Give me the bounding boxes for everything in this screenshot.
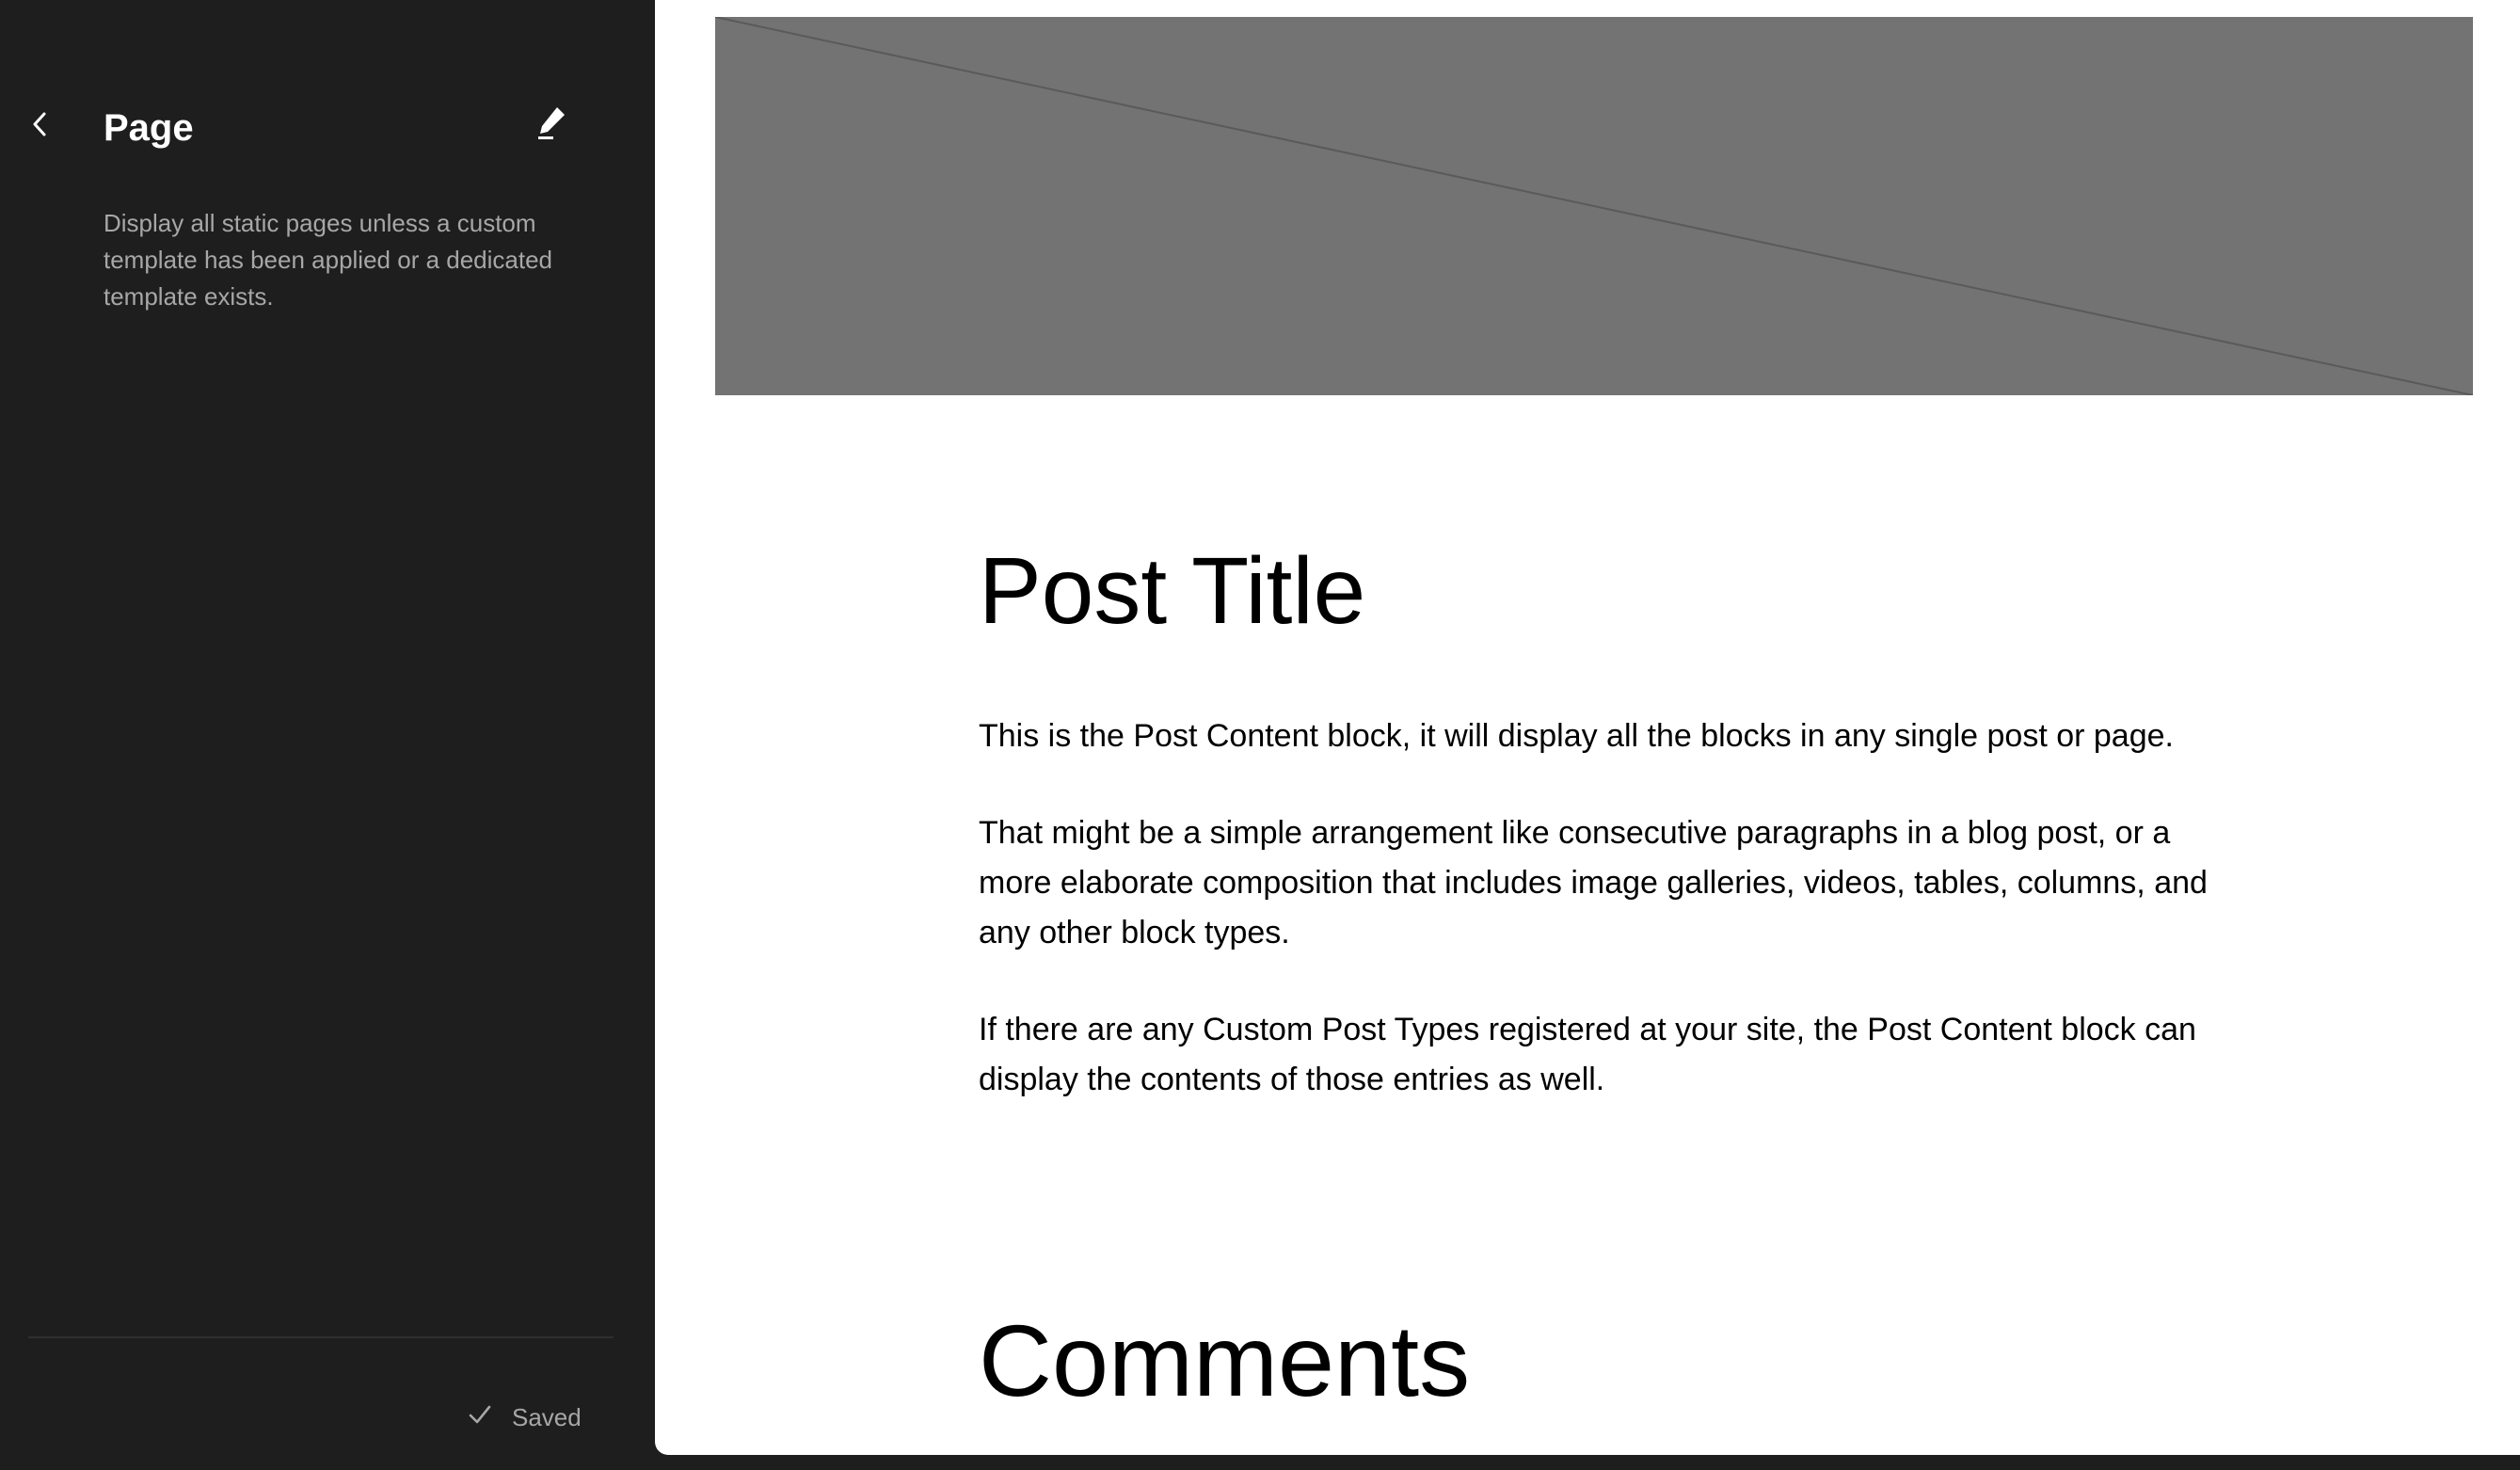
save-status-label: Saved [512,1402,582,1431]
template-description: Display all static pages unless a custom… [104,209,553,311]
comments-title[interactable]: Comments [979,1302,1470,1419]
chevron-left-icon [30,110,49,143]
post-content-paragraph[interactable]: This is the Post Content block, it will … [979,711,2240,761]
sidebar: Page Display all static pages unless a c… [0,0,655,1470]
post-content-paragraph[interactable]: That might be a simple arrangement like … [979,808,2240,958]
post-content-paragraph[interactable]: If there are any Custom Post Types regis… [979,1005,2240,1105]
save-status: Saved [467,1397,582,1438]
editor-canvas[interactable]: Post Title This is the Post Content bloc… [655,0,2520,1455]
sidebar-title: Page [104,107,194,149]
post-title[interactable]: Post Title [979,536,1365,646]
featured-image-placeholder[interactable] [715,17,2473,395]
post-content-block[interactable]: This is the Post Content block, it will … [979,711,2240,1152]
check-icon [467,1401,493,1434]
back-button[interactable] [21,104,58,149]
sidebar-divider [28,1336,614,1338]
pencil-icon [533,104,570,146]
edit-template-button[interactable] [529,102,574,147]
